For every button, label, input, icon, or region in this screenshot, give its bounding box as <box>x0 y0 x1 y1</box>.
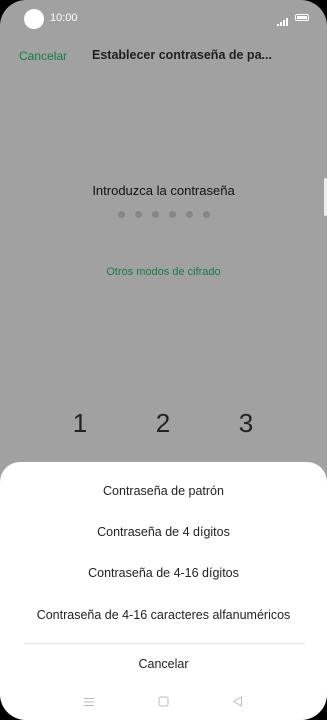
password-dot <box>168 211 176 218</box>
password-dot <box>134 211 142 218</box>
navigation-bar <box>0 690 327 714</box>
status-bar: 10:00 <box>0 0 327 36</box>
password-dot <box>151 211 159 218</box>
key-3[interactable]: 3 <box>226 408 266 439</box>
encryption-mode-sheet: Contraseña de patrón Contraseña de 4 díg… <box>0 462 327 720</box>
keypad: 1 2 3 <box>0 408 327 448</box>
key-1[interactable]: 1 <box>60 408 100 439</box>
other-encryption-modes-link[interactable]: Otros modos de cifrado <box>0 266 327 278</box>
password-dots <box>0 211 327 218</box>
camera-cutout <box>24 9 44 29</box>
option-4-16-digit-password[interactable]: Contraseña de 4-16 dígitos <box>0 558 327 588</box>
battery-icon <box>295 14 309 21</box>
sheet-cancel-button[interactable]: Cancelar <box>0 649 327 679</box>
password-dot <box>117 211 125 218</box>
option-pattern-password[interactable]: Contraseña de patrón <box>0 476 327 506</box>
password-prompt: Introduzca la contraseña <box>92 183 235 198</box>
divider <box>24 643 305 644</box>
page-title: Establecer contraseña de pa... <box>92 48 272 62</box>
home-icon[interactable] <box>158 694 169 712</box>
menu-icon[interactable] <box>83 694 95 712</box>
key-2[interactable]: 2 <box>143 408 183 439</box>
password-dot <box>185 211 193 218</box>
screen: 10:00 Cancelar Establecer contraseña de … <box>0 0 327 720</box>
status-time: 10:00 <box>50 12 78 24</box>
cancel-button[interactable]: Cancelar <box>19 49 67 63</box>
signal-icon <box>277 13 289 31</box>
option-alphanumeric-password[interactable]: Contraseña de 4-16 caracteres alfanuméri… <box>0 600 327 630</box>
back-icon[interactable] <box>232 694 243 712</box>
option-4-digit-password[interactable]: Contraseña de 4 dígitos <box>0 517 327 547</box>
password-dot <box>202 211 210 218</box>
